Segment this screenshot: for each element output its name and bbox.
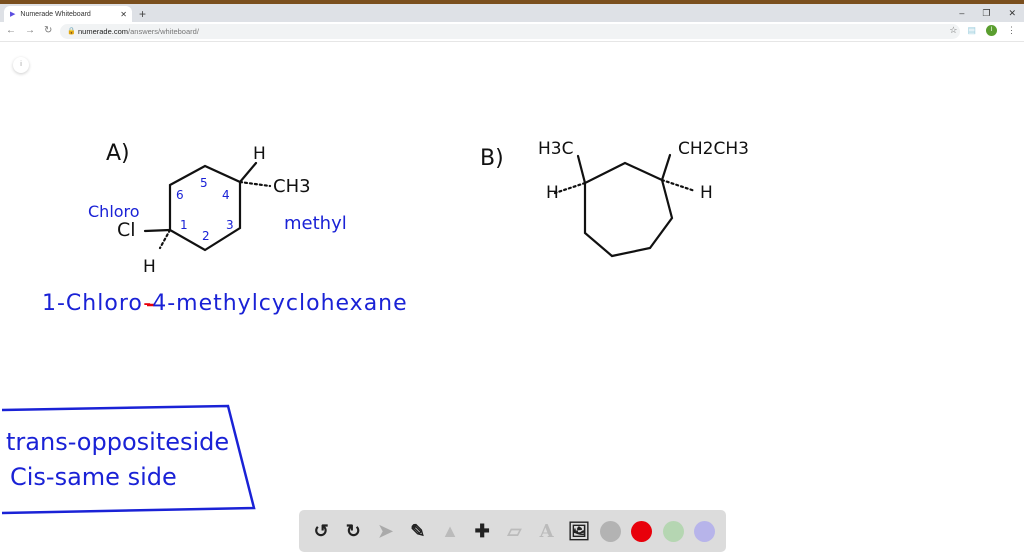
b-ch2ch3: CH2CH3 xyxy=(678,139,749,159)
tab-title: Numerade Whiteboard xyxy=(20,10,91,18)
name-dash: - xyxy=(143,291,153,316)
text-icon[interactable]: A xyxy=(536,520,558,542)
close-tab-icon[interactable]: ✕ xyxy=(120,10,127,19)
minimize-icon[interactable]: – xyxy=(959,8,964,19)
url-path: /answers/whiteboard/ xyxy=(128,27,199,36)
eraser-icon[interactable]: ▱ xyxy=(503,520,525,542)
url-field[interactable]: 🔒 numerade.com/answers/whiteboard/ xyxy=(60,24,960,39)
iupac-name: 1-Chloro-4-methylcyclohexane xyxy=(42,291,408,316)
methyl-label: methyl xyxy=(284,213,347,234)
restore-icon[interactable]: ❐ xyxy=(982,8,990,19)
note-trans: trans-oppositeside xyxy=(6,428,230,456)
shapes-icon[interactable]: ▲ xyxy=(439,520,461,542)
a-ch3: CH3 xyxy=(273,176,311,197)
new-tab-button[interactable]: + xyxy=(139,7,146,21)
b-h3c: H3C xyxy=(538,139,574,159)
cycloheptane-ring xyxy=(583,161,674,258)
lock-icon: 🔒 xyxy=(67,28,76,35)
redo-icon[interactable]: ↻ xyxy=(342,520,364,542)
color-red[interactable] xyxy=(631,520,653,542)
label-a: A) xyxy=(106,141,130,166)
close-window-icon[interactable]: ✕ xyxy=(1008,8,1016,19)
star-icon[interactable]: ☆ xyxy=(949,25,957,36)
label-b: B) xyxy=(480,146,504,171)
ring-number: 3 xyxy=(226,218,234,232)
color-green[interactable] xyxy=(662,520,684,542)
ring-number: 4 xyxy=(222,188,230,202)
menu-icon[interactable]: ⋮ xyxy=(1007,25,1016,36)
extension-icon[interactable]: ▤ xyxy=(967,25,976,36)
name-part1: 1-Chloro xyxy=(42,291,144,316)
reload-icon[interactable]: ↻ xyxy=(44,25,52,36)
browser-tab[interactable]: ▶ Numerade Whiteboard ✕ xyxy=(4,6,132,22)
ring-number: 5 xyxy=(200,176,208,190)
a-h-bottom: H xyxy=(143,257,156,277)
name-part2: 4-methylcyclohexane xyxy=(152,291,408,316)
tab-bar: ▶ Numerade Whiteboard ✕ + – ❐ ✕ xyxy=(0,4,1024,22)
a-cl: Cl xyxy=(117,219,136,241)
avatar[interactable]: I xyxy=(986,25,997,36)
color-purple[interactable] xyxy=(693,520,715,542)
address-bar-row: ← → ↻ 🔒 numerade.com/answers/whiteboard/… xyxy=(0,22,1024,42)
select-pointer-icon[interactable]: ➤ xyxy=(375,520,397,542)
ring-number: 1 xyxy=(180,218,188,232)
whiteboard-toolbar: ↺ ↻ ➤ ✎ ▲ ✚ ▱ A 🖼 xyxy=(299,510,726,552)
url-host: numerade.com xyxy=(78,27,129,36)
image-icon[interactable]: 🖼 xyxy=(567,520,590,542)
chloro-label: Chloro xyxy=(88,202,140,221)
note-cis: Cis-same side xyxy=(10,463,177,491)
pencil-icon[interactable]: ✎ xyxy=(407,520,429,542)
b-h-right: H xyxy=(700,183,713,203)
add-icon[interactable]: ✚ xyxy=(471,520,493,542)
color-gray[interactable] xyxy=(600,520,622,542)
b-h-left: H xyxy=(546,183,559,203)
undo-icon[interactable]: ↺ xyxy=(310,520,332,542)
ring-number: 2 xyxy=(202,229,210,243)
a-h-top: H xyxy=(253,144,266,164)
ring-number: 6 xyxy=(176,188,184,202)
numerade-logo-icon: ▶ xyxy=(10,11,16,18)
forward-icon[interactable]: → xyxy=(25,25,35,36)
back-icon[interactable]: ← xyxy=(6,25,16,36)
note-box xyxy=(1,404,256,515)
whiteboard-canvas[interactable]: A) H CH3 Cl H Chloro methyl 6 5 4 1 2 3 … xyxy=(0,43,1024,558)
